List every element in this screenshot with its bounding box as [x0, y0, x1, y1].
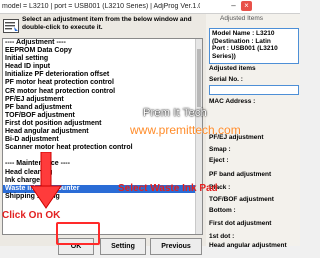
adjustment-program-window: model = L3210 | port = USB001 (L3210 Ser… — [0, 0, 300, 255]
first-dot-label: First dot adjustment — [209, 220, 272, 227]
close-button[interactable]: × — [241, 1, 252, 11]
button-row: OK Setting Previous — [0, 238, 204, 258]
first-dot-value: 1st dot : — [209, 233, 235, 240]
bottom-label: Bottom : — [209, 207, 236, 214]
list-item[interactable]: PF motor heat protection control — [3, 79, 202, 87]
list-item[interactable]: Initial setting — [3, 55, 202, 63]
ok-highlight-box — [56, 222, 100, 245]
mac-label: MAC Address : — [209, 98, 256, 105]
model-info-box: Model Name : L3210 (Destination : Latin … — [209, 28, 299, 64]
list-item[interactable]: PF/EJ adjustment — [3, 96, 202, 104]
window-controls: – × — [228, 1, 252, 11]
setting-button[interactable]: Setting — [100, 238, 146, 255]
list-item[interactable]: Initialize PF deterioration offset — [3, 71, 202, 79]
adjusted-items-label: Adjusted items — [209, 65, 256, 72]
annotation-click-ok: Click On OK — [2, 210, 61, 221]
info-icon — [3, 19, 19, 33]
annotation-select-pad: Select Waste Ink Pad — [118, 183, 218, 194]
title-bar: model = L3210 | port = USB001 (L3210 Ser… — [0, 0, 300, 14]
model-info-text: Model Name : L3210 (Destination : Latin … — [212, 30, 278, 60]
scrollbar-thumb[interactable] — [197, 49, 201, 107]
list-item[interactable]: Bi-D adjustment — [3, 136, 202, 144]
serial-label: Serial No. : — [209, 76, 243, 83]
watermark-brand: Prem It Tech — [143, 107, 207, 119]
adjusted-items-header: Adjusted Items — [220, 15, 263, 22]
window-title: model = L3210 | port = USB001 (L3210 Ser… — [2, 3, 200, 10]
serial-value-field — [209, 85, 299, 95]
minimize-button[interactable]: – — [228, 1, 239, 11]
list-item[interactable]: EEPROM Data Copy — [3, 47, 202, 55]
watermark-url: www.premittech.com — [130, 123, 241, 137]
previous-button[interactable]: Previous — [150, 238, 202, 255]
list-item[interactable]: ---- Adjustment ---- — [3, 39, 202, 47]
red-arrow-icon — [30, 152, 62, 209]
list-item[interactable]: Head ID input — [3, 63, 202, 71]
instruction-text: Select an adjustment item from the below… — [22, 16, 192, 31]
eject-label: Eject : — [209, 157, 229, 164]
list-item[interactable]: CR motor heat protection control — [3, 88, 202, 96]
tof-bof-label: TOF/BOF adjustment — [209, 196, 274, 203]
pf-band-label: PF band adjustment — [209, 171, 272, 178]
smap-label: Smap : — [209, 146, 231, 153]
